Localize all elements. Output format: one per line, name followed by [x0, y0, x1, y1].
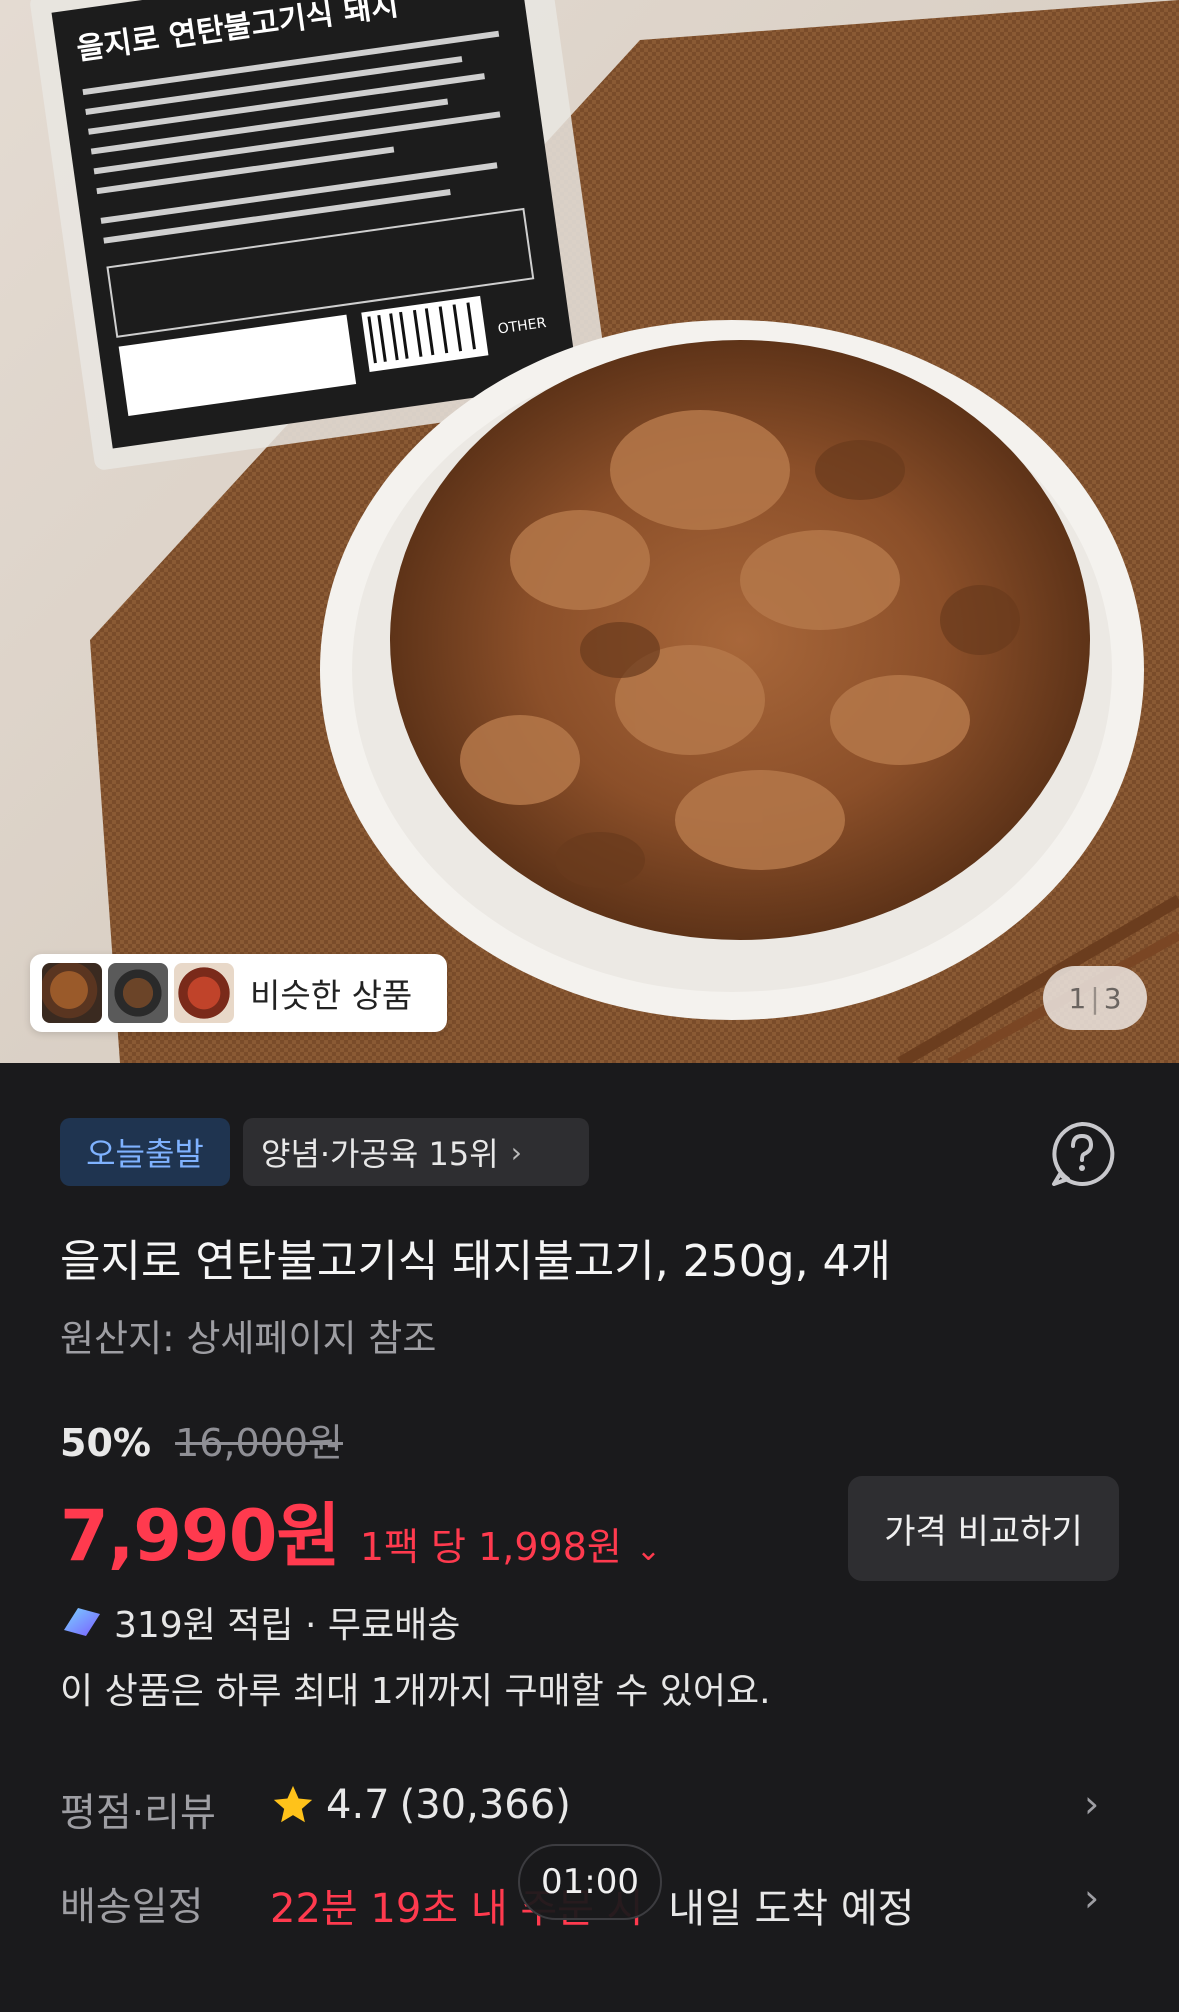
page-current: 1 — [1068, 981, 1087, 1015]
page-separator: | — [1090, 981, 1100, 1015]
category-rank-link[interactable]: 양념·가공육 15위 › — [243, 1118, 589, 1186]
similar-thumbnail — [42, 963, 102, 1023]
timer-pill: 01:00 — [518, 1844, 662, 1920]
similar-thumbnail — [174, 963, 234, 1023]
chevron-down-icon[interactable]: ⌄ — [636, 1533, 661, 1568]
discount-row: 50% 16,000원 — [60, 1412, 343, 1467]
chevron-right-icon: › — [510, 1135, 522, 1169]
similar-products-button[interactable]: 비슷한 상품 — [30, 954, 447, 1032]
product-photo: 을지로 연탄불고기식 돼지 OTHER — [30, 0, 1179, 1063]
rating-label: 평점·리뷰 — [60, 1791, 216, 1836]
similar-thumbnail — [108, 963, 168, 1023]
chevron-right-icon[interactable]: › — [1084, 1876, 1099, 1920]
discount-percent: 50% — [60, 1421, 151, 1465]
original-price: 16,000원 — [175, 1421, 343, 1465]
delivery-label: 배송일정 — [60, 1885, 204, 1930]
today-shipping-badge: 오늘출발 — [60, 1118, 230, 1186]
product-title: 을지로 연탄불고기식 돼지불고기, 250g, 4개 — [60, 1236, 892, 1287]
unit-price: 1팩 당 1,998원 — [359, 1525, 622, 1569]
category-rank-label: 양념·가공육 15위 — [261, 1135, 499, 1173]
sale-price: 7,990원 — [60, 1495, 341, 1577]
chevron-right-icon[interactable]: › — [1084, 1782, 1099, 1826]
reward-row: 319원 적립 · 무료배송 — [60, 1596, 460, 1648]
star-icon — [273, 1785, 313, 1823]
product-origin: 원산지: 상세페이지 참조 — [60, 1317, 437, 1360]
page-total: 3 — [1103, 981, 1122, 1015]
image-page-indicator: 1 | 3 — [1043, 966, 1147, 1030]
purchase-limit-notice: 이 상품은 하루 최대 1개까지 구매할 수 있어요. — [60, 1671, 771, 1712]
price-row[interactable]: 7,990원 1팩 당 1,998원 ⌄ — [60, 1480, 661, 1581]
rating-review-link[interactable]: 4.7 (30,366) — [270, 1782, 571, 1828]
reward-icon — [64, 1608, 100, 1636]
reward-text: 319원 적립 · 무료배송 — [114, 1605, 461, 1646]
rating-score: 4.7 — [326, 1782, 390, 1828]
review-count: (30,366) — [399, 1782, 571, 1828]
similar-products-label: 비슷한 상품 — [250, 976, 413, 1015]
arrival-estimate: 내일 도착 예정 — [668, 1886, 915, 1932]
product-image-carousel[interactable]: 을지로 연탄불고기식 돼지 OTHER 비슷한 상품 1 | 3 — [0, 0, 1179, 1063]
question-circle-icon[interactable] — [1046, 1118, 1118, 1190]
compare-price-button[interactable]: 가격 비교하기 — [848, 1476, 1119, 1581]
